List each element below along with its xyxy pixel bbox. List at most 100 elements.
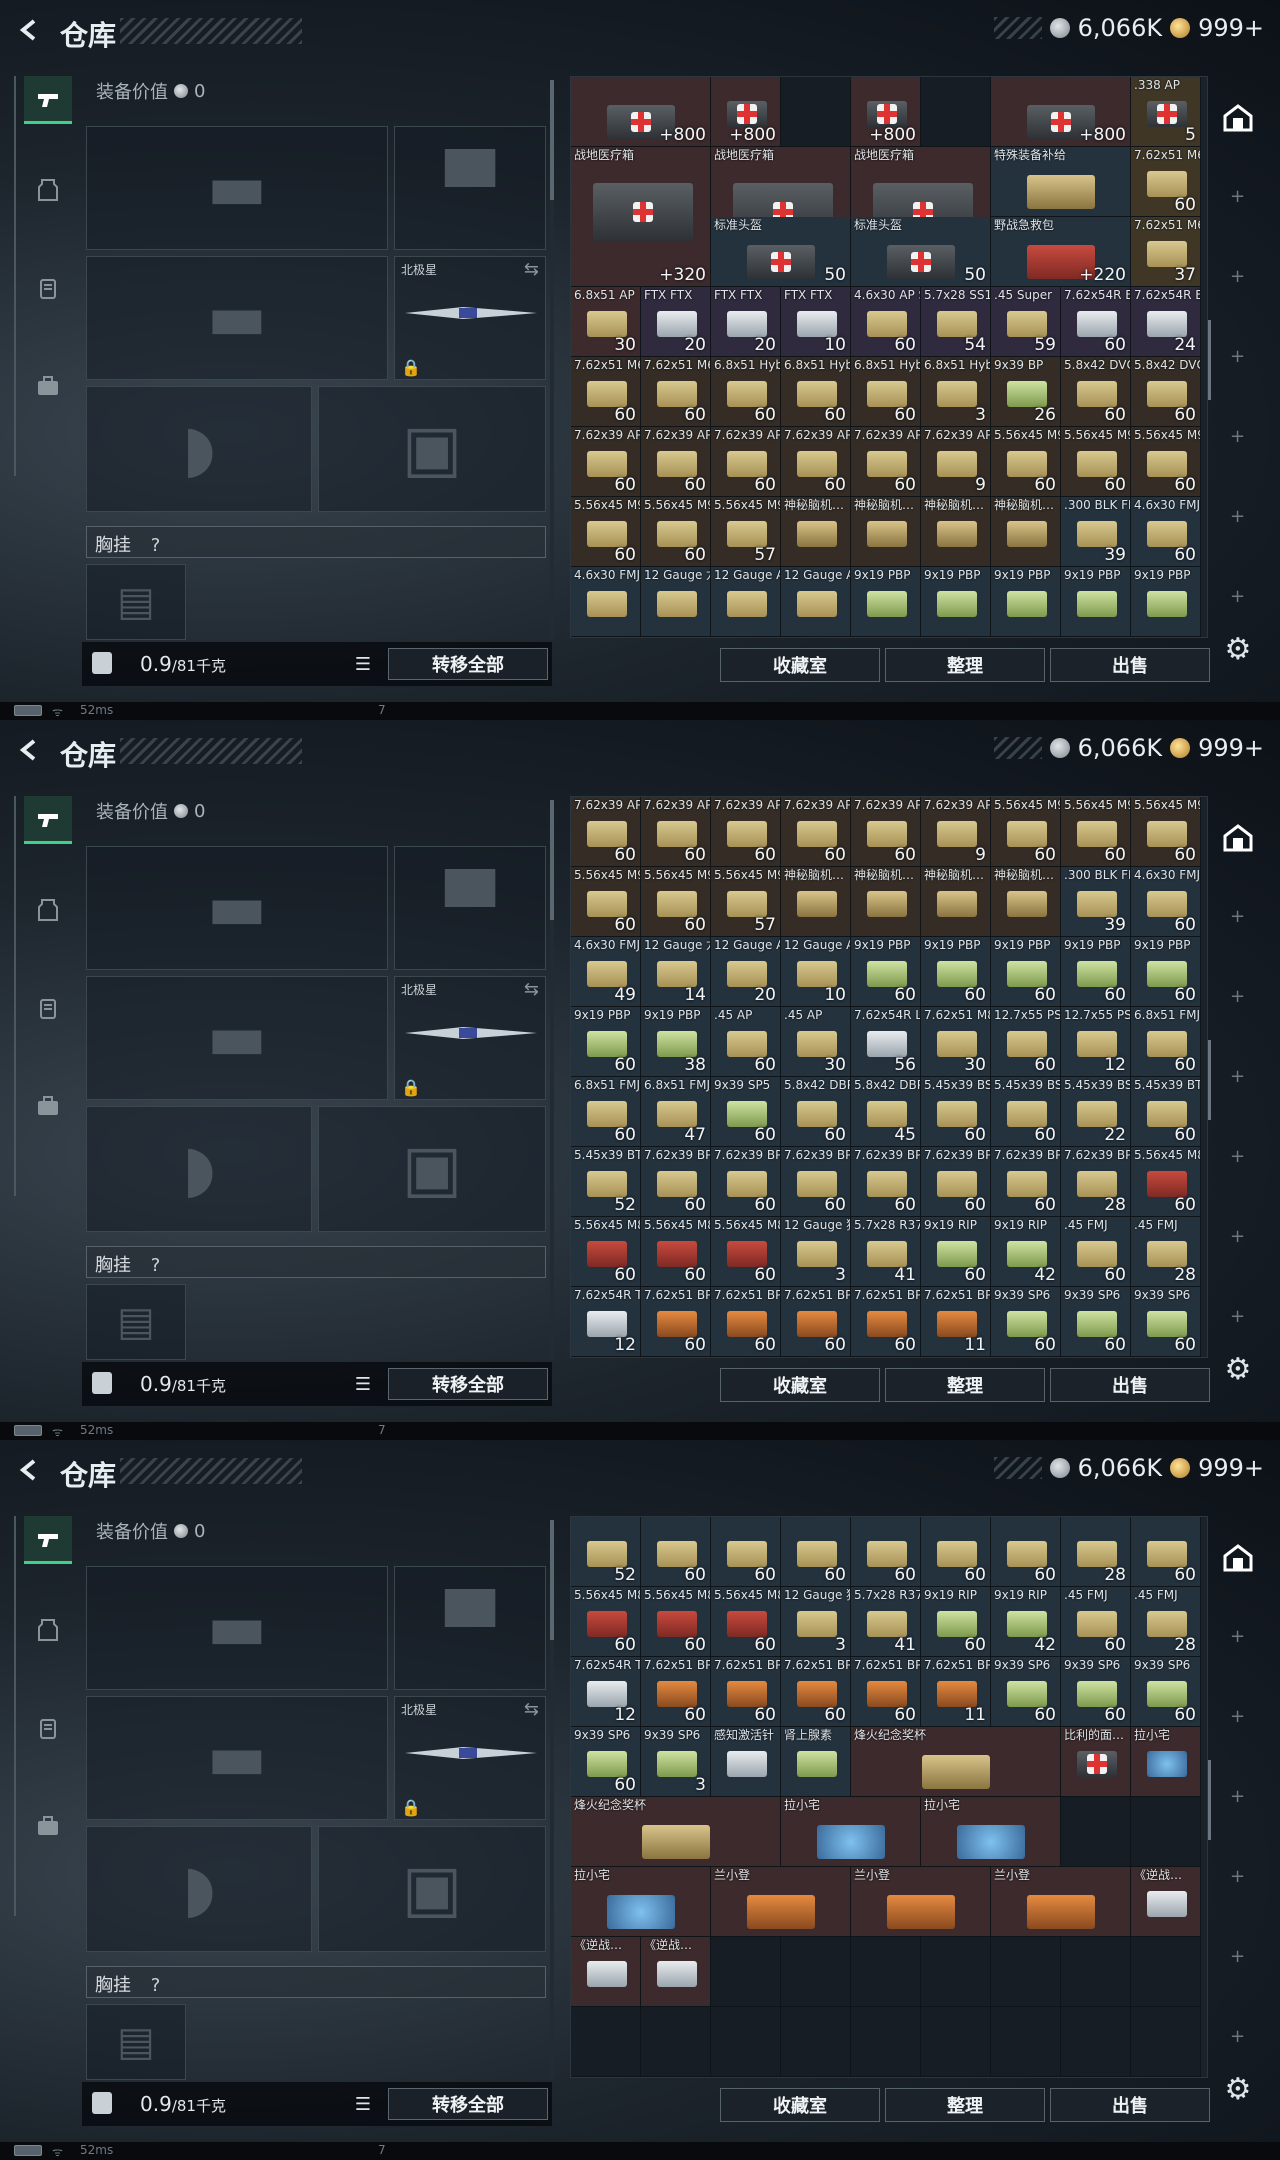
stash-item[interactable]: 6.8x51 AP 30 [571, 287, 641, 357]
stash-item[interactable]: 9x19 PBP [1131, 567, 1201, 637]
stash-item[interactable]: 9x19 PBP [851, 567, 921, 637]
stash-item[interactable]: 7.62x39 AP 60 [781, 427, 851, 497]
stash-item[interactable]: 12 Gauge AP-20 [781, 567, 851, 637]
stash-item[interactable]: 7.62x51 M62 37 [1131, 217, 1201, 287]
stash-item[interactable]: 60 [991, 1517, 1061, 1587]
stash-item[interactable]: 5.45x39 BS 22 [1061, 1077, 1131, 1147]
stash-item[interactable]: .45 FMJ 60 [1061, 1587, 1131, 1657]
stash-item[interactable]: 7.62x51 M80 30 [921, 1007, 991, 1077]
add-tab-icon[interactable]: + [1230, 1226, 1245, 1247]
stash-item[interactable]: 烽火纪念奖杯 [851, 1727, 1061, 1797]
stash-item[interactable]: 6.8x51 Hybrid 3 [921, 357, 991, 427]
scroll-thumb[interactable] [550, 800, 554, 920]
add-tab-icon[interactable]: + [1230, 1706, 1245, 1727]
empty-slot[interactable] [851, 1937, 921, 2007]
stash-item[interactable]: 9x39 SP6 60 [571, 1727, 641, 1797]
stash-item[interactable]: 9x19 PBP 60 [991, 937, 1061, 1007]
stash-item[interactable]: 12 Gauge AP-20 20 [711, 937, 781, 1007]
stash-item[interactable]: 拉小宅 [571, 1867, 711, 1937]
stash-item[interactable]: 《逆战… [641, 1937, 711, 2007]
add-tab-icon[interactable]: + [1230, 586, 1245, 607]
stash-item[interactable]: .45 AP 60 [711, 1007, 781, 1077]
stash-scrollbar[interactable] [1208, 1040, 1211, 1120]
add-tab-icon[interactable]: + [1230, 1866, 1245, 1887]
stash-item[interactable]: 7.62x39 AP 60 [851, 797, 921, 867]
nav-case[interactable] [24, 1082, 72, 1130]
stash-item[interactable]: 9x19 PBP [1061, 567, 1131, 637]
stash-item[interactable]: 5.8x42 DVC12 60 [1061, 357, 1131, 427]
stash-item[interactable]: 5.7x28 R37.F 41 [851, 1217, 921, 1287]
stash-item[interactable]: 7.62x39 BP 28 [1061, 1147, 1131, 1217]
stash-item[interactable]: 9x39 SP6 60 [1061, 1287, 1131, 1357]
transfer-all-button[interactable]: 转移全部 [388, 2088, 548, 2120]
stash-item[interactable]: 神秘脑机… [991, 497, 1061, 567]
stash-item[interactable]: .45 FMJ 60 [1061, 1217, 1131, 1287]
nav-weapons[interactable] [24, 796, 72, 844]
stash-item[interactable]: 9x19 RIP 60 [921, 1217, 991, 1287]
stash-item[interactable]: .300 BLK FMJ 39 [1061, 867, 1131, 937]
gear-icon[interactable]: ⚙ [1222, 2074, 1254, 2106]
nav-case[interactable] [24, 362, 72, 410]
swap-icon[interactable]: ⇆ [524, 1699, 539, 1720]
collection-room-button[interactable]: 收藏室 [720, 1368, 880, 1402]
chest-rig-header[interactable]: 胸挂 ? [86, 526, 546, 558]
stash-item[interactable]: 5.7x28 R37.F 41 [851, 1587, 921, 1657]
sell-button[interactable]: 出售 [1050, 648, 1210, 682]
stash-item[interactable]: 7.62x39 AP 60 [571, 427, 641, 497]
stash-item[interactable]: 60 [851, 1517, 921, 1587]
stash-item[interactable]: 神秘脑机… [851, 497, 921, 567]
stash-item[interactable]: 7.62x39 BP 60 [991, 1147, 1061, 1217]
collection-room-button[interactable]: 收藏室 [720, 648, 880, 682]
stash-item[interactable]: 神秘脑机… [921, 867, 991, 937]
empty-slot[interactable] [851, 2007, 921, 2077]
empty-slot[interactable] [781, 77, 851, 147]
stash-item[interactable]: 5.56x45 M855A1 60 [1131, 1147, 1201, 1217]
stash-item[interactable]: 烽火纪念奖杯 [571, 1797, 781, 1867]
stash-item[interactable]: 5.56x45 M855A1 60 [571, 1217, 641, 1287]
scroll-thumb[interactable] [550, 1520, 554, 1640]
stash-item[interactable]: 9x19 PBP 38 [641, 1007, 711, 1077]
stash-item[interactable]: 9x39 BP 26 [991, 357, 1061, 427]
stash-item[interactable]: 12 Gauge 独头弹 3 [781, 1587, 851, 1657]
stash-item[interactable]: 5.45x39 BT 60 [1131, 1077, 1201, 1147]
stash-item[interactable]: 9x39 SP6 60 [1131, 1287, 1201, 1357]
stash-item[interactable]: 6.8x51 FMJ 60 [571, 1077, 641, 1147]
stash-item[interactable]: 60 [781, 1517, 851, 1587]
add-tab-icon[interactable]: + [1230, 186, 1245, 207]
empty-slot[interactable] [641, 2007, 711, 2077]
stash-item[interactable]: 7.62x39 AP 60 [641, 797, 711, 867]
stash-item[interactable]: 4.6x30 AP SX 60 [851, 287, 921, 357]
secondary-weapon-slot[interactable]: ▬ [86, 1696, 388, 1820]
add-tab-icon[interactable]: + [1230, 1146, 1245, 1167]
sell-button[interactable]: 出售 [1050, 1368, 1210, 1402]
stash-item[interactable]: 比利的面… [1061, 1727, 1131, 1797]
stash-item[interactable]: 7.62x39 BP 60 [851, 1147, 921, 1217]
sell-button[interactable]: 出售 [1050, 2088, 1210, 2122]
chest-rig-slot[interactable]: ▤ [86, 1284, 186, 1360]
stash-item[interactable]: 5.56x45 M995 57 [711, 497, 781, 567]
stash-item[interactable]: 5.8x42 DVC12 60 [1131, 357, 1201, 427]
stash-item[interactable]: FTX FTX 20 [641, 287, 711, 357]
stash-item[interactable]: 7.62x39 AP 9 [921, 427, 991, 497]
nav-weapons[interactable] [24, 76, 72, 124]
equipment-scrollbar[interactable] [550, 1520, 554, 2080]
help-icon[interactable]: ? [151, 1255, 161, 1276]
stash-item[interactable]: 7.62x54R BS 24 [1131, 287, 1201, 357]
stash-item[interactable]: 4.6x30 FMJ SX 49 [571, 937, 641, 1007]
add-tab-icon[interactable]: + [1230, 1786, 1245, 1807]
stash-item[interactable]: .300 BLK FMJ 39 [1061, 497, 1131, 567]
stash-item[interactable]: +800 [991, 77, 1131, 147]
stash-item[interactable]: 9x39 SP6 60 [991, 1657, 1061, 1727]
empty-slot[interactable] [571, 2007, 641, 2077]
stash-item[interactable]: .338 AP 5 [1131, 77, 1201, 147]
stash-item[interactable]: 28 [1061, 1517, 1131, 1587]
sort-button[interactable]: 整理 [885, 2088, 1045, 2122]
stash-item[interactable]: 《逆战… [571, 1937, 641, 2007]
stash-item[interactable]: 7.62x39 AP 60 [781, 797, 851, 867]
stash-item[interactable]: 9x19 PBP 60 [1131, 937, 1201, 1007]
scroll-thumb[interactable] [550, 80, 554, 200]
stash-item[interactable]: 7.62x51 BPZ 60 [711, 1287, 781, 1357]
add-tab-icon[interactable]: + [1230, 1626, 1245, 1647]
stash-item[interactable]: 标准头盔 50 [711, 217, 851, 287]
gear-icon[interactable]: ⚙ [1222, 1354, 1254, 1386]
